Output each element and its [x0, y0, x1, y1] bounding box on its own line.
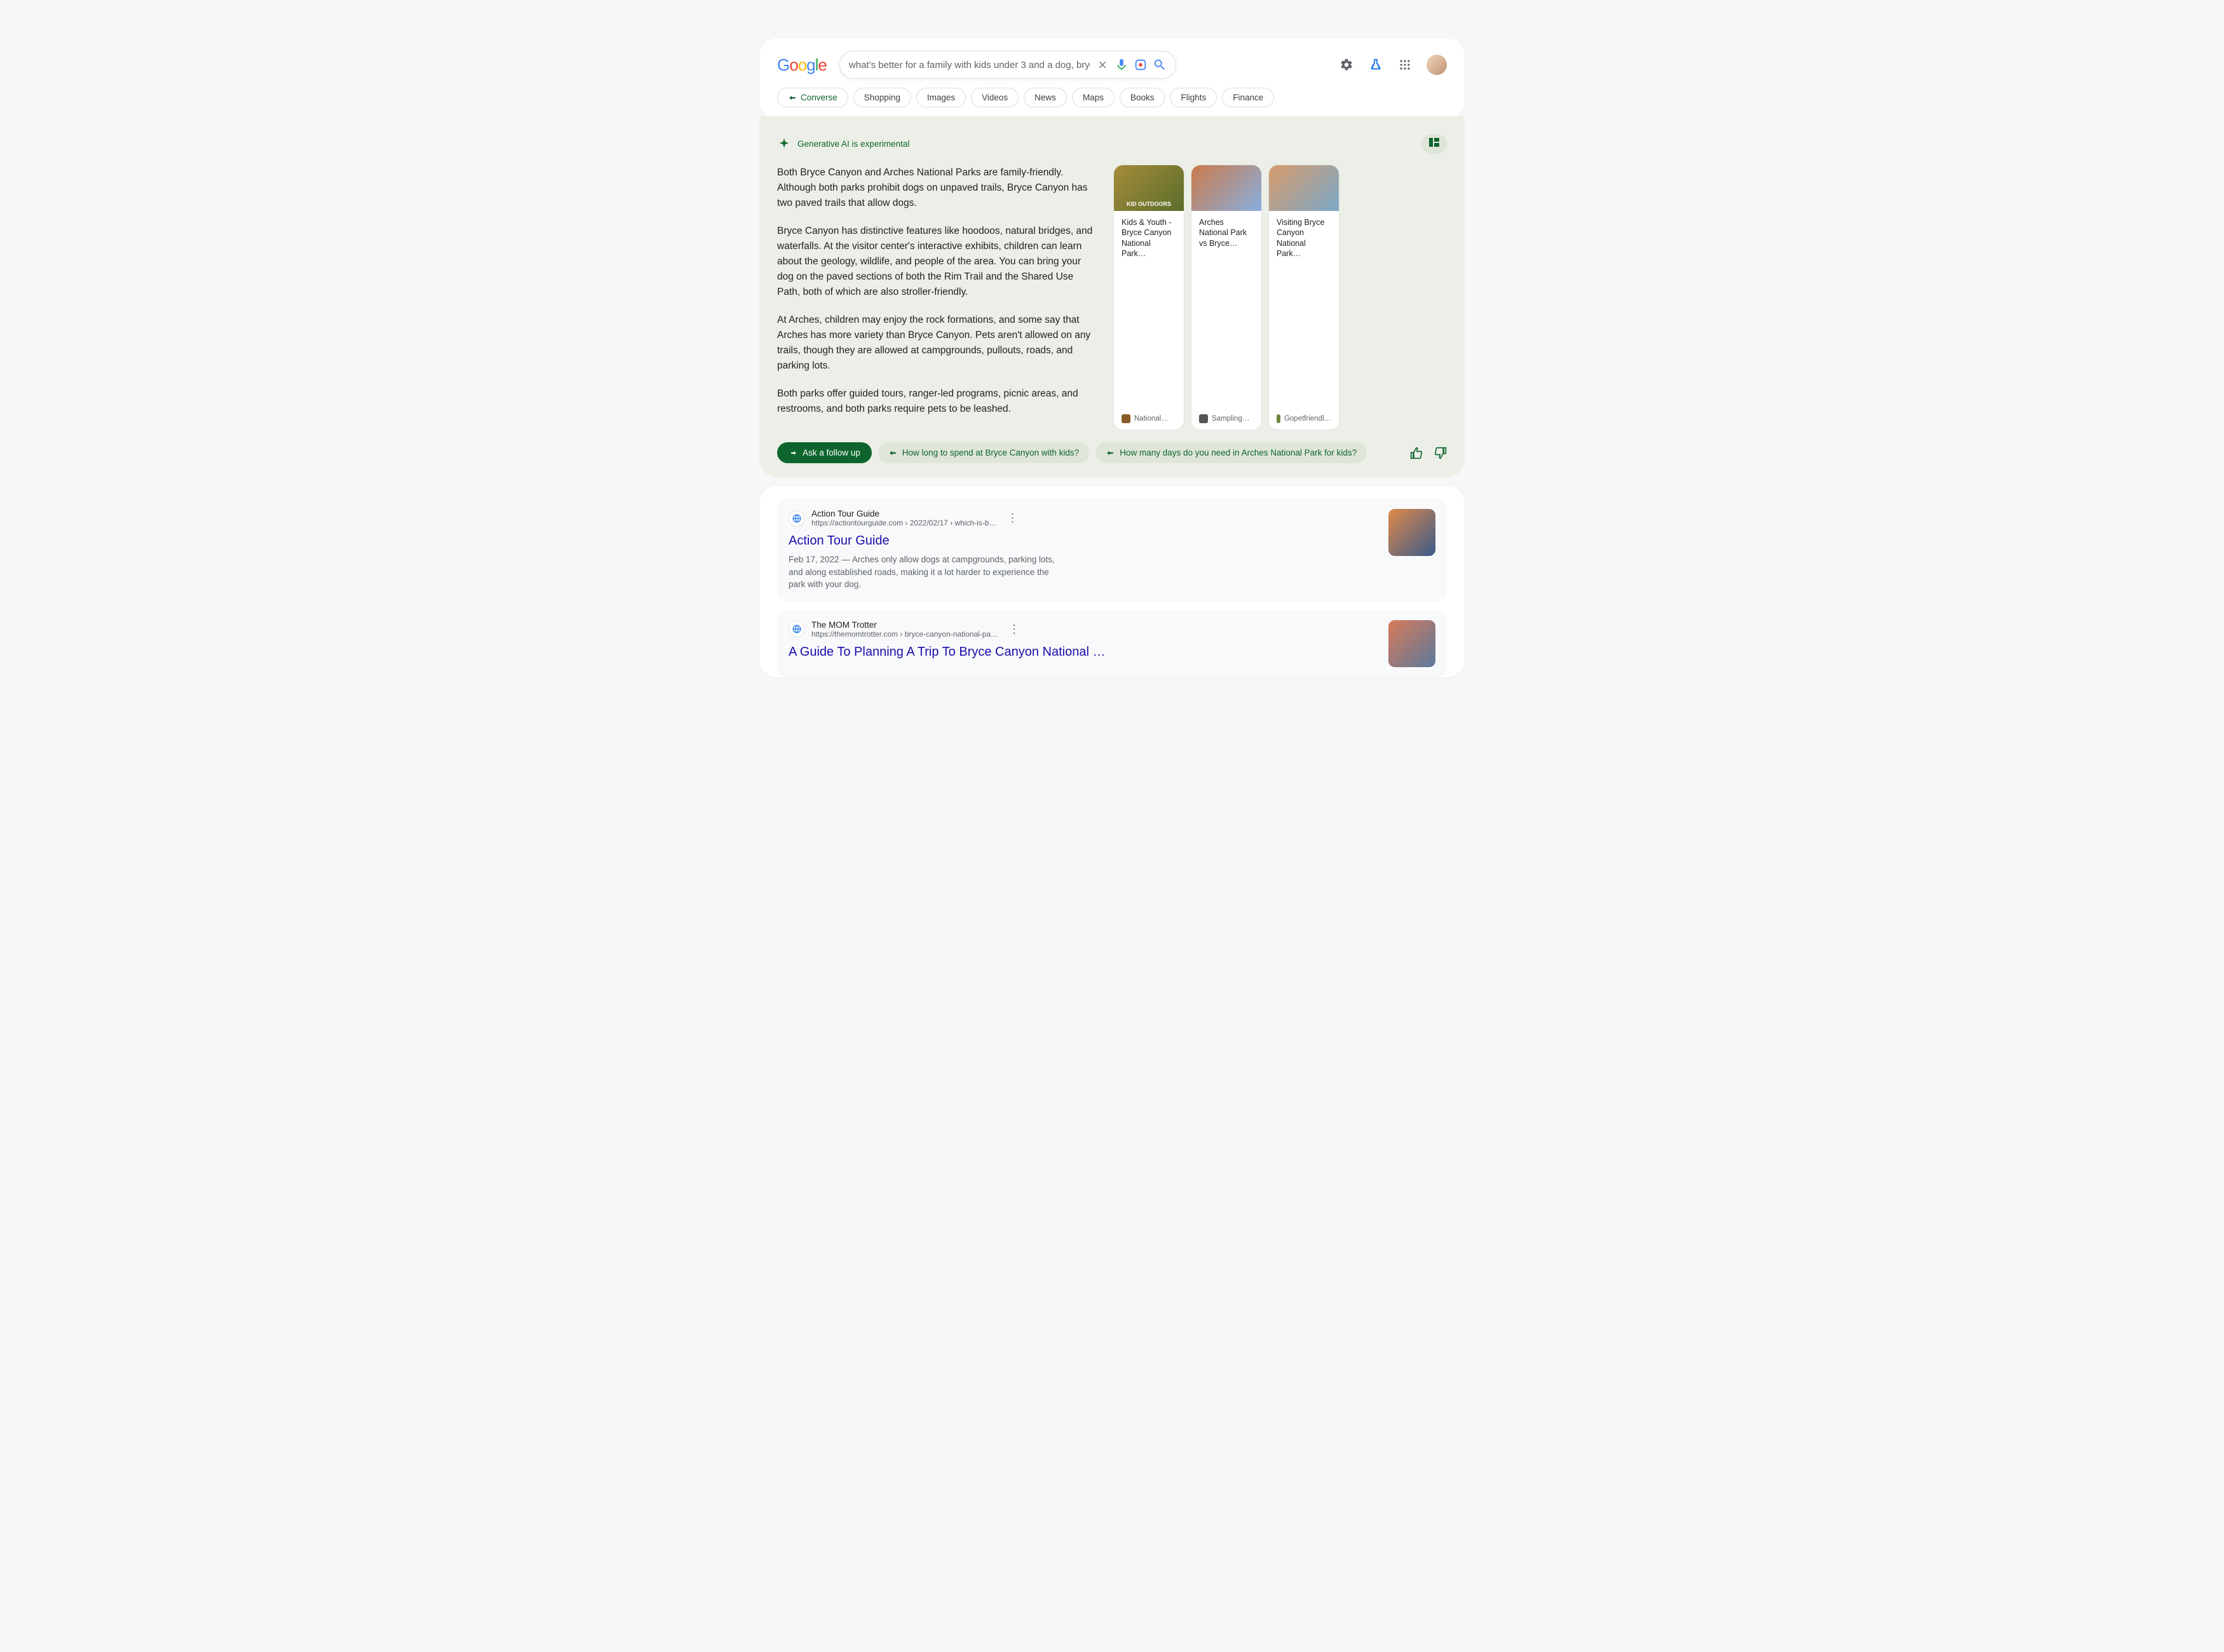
ai-paragraph: At Arches, children may enjoy the rock f… [777, 313, 1095, 374]
ai-response-text: Both Bryce Canyon and Arches National Pa… [777, 165, 1095, 430]
thumbs-down-icon[interactable] [1434, 447, 1447, 459]
search-result[interactable]: The MOM Trotterhttps://themomtrotter.com… [777, 610, 1447, 677]
ai-paragraph: Both Bryce Canyon and Arches National Pa… [777, 165, 1095, 211]
ai-source-cards: KID OUTDOORSKids & Youth - Bryce Canyon … [1114, 165, 1447, 430]
search-bar[interactable] [839, 51, 1176, 79]
chip-videos[interactable]: Videos [971, 88, 1019, 107]
lens-icon[interactable] [1134, 58, 1148, 72]
followup-suggestion[interactable]: How many days do you need in Arches Nati… [1095, 442, 1367, 463]
google-logo[interactable]: Google [777, 55, 827, 75]
chip-maps[interactable]: Maps [1072, 88, 1115, 107]
source-card[interactable]: Visiting Bryce Canyon National Park…Gope… [1269, 165, 1339, 430]
result-thumbnail [1388, 620, 1435, 667]
more-icon[interactable]: ⋮ [1007, 511, 1018, 525]
result-site: Action Tour Guide [811, 509, 996, 518]
clear-icon[interactable] [1095, 58, 1109, 72]
more-icon[interactable]: ⋮ [1008, 623, 1020, 636]
header: Google [759, 38, 1465, 119]
ask-followup-button[interactable]: Ask a follow up [777, 442, 872, 463]
thumbs-up-icon[interactable] [1410, 447, 1423, 459]
result-url: https://actiontourguide.com › 2022/02/17… [811, 518, 996, 527]
favicon [789, 510, 805, 527]
search-icon[interactable] [1153, 58, 1167, 72]
chip-finance[interactable]: Finance [1222, 88, 1274, 107]
result-url: https://themomtrotter.com › bryce-canyon… [811, 630, 998, 639]
result-title[interactable]: Action Tour Guide [789, 534, 1377, 548]
search-results: Action Tour Guidehttps://actiontourguide… [759, 486, 1465, 677]
filter-chips: Converse Shopping Images Videos News Maps Book… [777, 88, 1447, 107]
ai-paragraph: Bryce Canyon has distinctive features li… [777, 224, 1095, 300]
chip-flights[interactable]: Flights [1170, 88, 1217, 107]
result-title[interactable]: A Guide To Planning A Trip To Bryce Cany… [789, 645, 1377, 660]
sparkle-icon [777, 137, 791, 151]
followup-suggestion[interactable]: How long to spend at Bryce Canyon with k… [878, 442, 1089, 463]
chip-images[interactable]: Images [916, 88, 966, 107]
ai-label: Generative AI is experimental [797, 139, 909, 149]
search-input[interactable] [849, 60, 1090, 71]
ai-paragraph: Both parks offer guided tours, ranger-le… [777, 386, 1095, 417]
result-thumbnail [1388, 509, 1435, 556]
layout-toggle[interactable] [1421, 134, 1447, 154]
labs-icon[interactable] [1368, 57, 1383, 72]
result-site: The MOM Trotter [811, 620, 998, 630]
source-card[interactable]: KID OUTDOORSKids & Youth - Bryce Canyon … [1114, 165, 1184, 430]
apps-icon[interactable] [1397, 57, 1413, 72]
settings-icon[interactable] [1339, 57, 1354, 72]
favicon [789, 621, 805, 637]
ai-overview-panel: Generative AI is experimental Both Bryce… [759, 116, 1465, 477]
chip-books[interactable]: Books [1120, 88, 1165, 107]
chip-shopping[interactable]: Shopping [853, 88, 911, 107]
avatar[interactable] [1427, 55, 1447, 75]
chip-converse[interactable]: Converse [777, 88, 848, 107]
chip-news[interactable]: News [1024, 88, 1067, 107]
source-card[interactable]: Arches National Park vs Bryce…Sampling… [1191, 165, 1261, 430]
mic-icon[interactable] [1115, 58, 1129, 72]
search-result[interactable]: Action Tour Guidehttps://actiontourguide… [777, 499, 1447, 601]
